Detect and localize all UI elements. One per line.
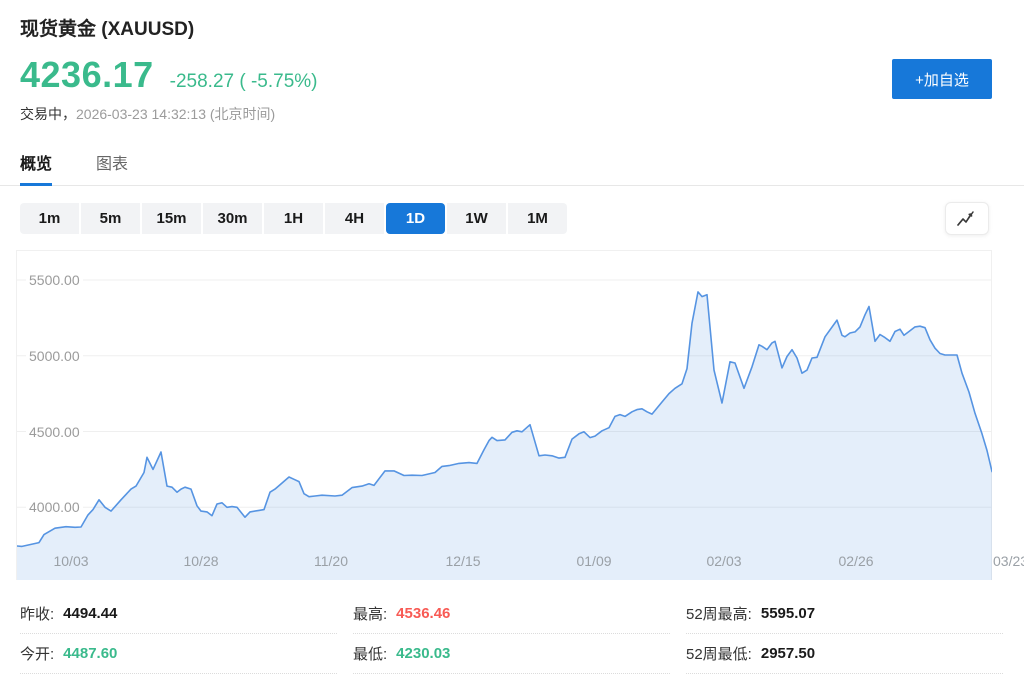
interval-1w[interactable]: 1W <box>447 203 506 234</box>
trading-status: 交易中，2026-03-23 14:32:13 (北京时间) <box>20 104 1024 124</box>
x-axis-tick-label: 03/23 <box>993 553 1024 569</box>
y-axis-tick-label: 4500.00 <box>26 423 83 441</box>
interval-4h[interactable]: 4H <box>325 203 384 234</box>
interval-1m[interactable]: 1m <box>20 203 79 234</box>
interval-5m[interactable]: 5m <box>81 203 140 234</box>
x-axis-tick-label: 10/28 <box>183 553 218 569</box>
price-row: 4236.17 -258.27 ( -5.75%) <box>20 54 1024 96</box>
trading-status-label: 交易中， <box>20 106 76 122</box>
stat-52w-low: 52周最低: 2957.50 <box>686 634 1003 674</box>
chart-type-button[interactable] <box>945 202 989 235</box>
x-axis-tick-label: 12/15 <box>445 553 480 569</box>
y-axis-tick-label: 5500.00 <box>26 271 83 289</box>
page-title: 现货黄金 (XAUUSD) <box>20 14 1024 41</box>
interval-1h[interactable]: 1H <box>264 203 323 234</box>
x-axis-tick-label: 02/26 <box>838 553 873 569</box>
x-axis-tick-label: 10/03 <box>53 553 88 569</box>
interval-15m[interactable]: 15m <box>142 203 201 234</box>
stat-open: 今开: 4487.60 <box>20 634 337 674</box>
y-axis-tick-label: 4000.00 <box>26 498 83 516</box>
interval-30m[interactable]: 30m <box>203 203 262 234</box>
interval-row: 1m 5m 15m 30m 1H 4H 1D 1W 1M <box>20 202 989 235</box>
tab-bar: 概览 图表 <box>0 150 1024 186</box>
stat-52w-high: 52周最高: 5595.07 <box>686 594 1003 634</box>
price-change: -258.27 ( -5.75%) <box>170 71 318 93</box>
stat-prev-close: 昨收: 4494.44 <box>20 594 337 634</box>
price-chart-svg <box>17 251 992 581</box>
price-chart[interactable]: 5500.00 5000.00 4500.00 4000.00 10/03 10/28 11… <box>16 250 992 580</box>
stat-day-high: 最高: 4536.46 <box>353 594 670 634</box>
interval-segmented-control: 1m 5m 15m 30m 1H 4H 1D 1W 1M <box>20 203 567 234</box>
current-price: 4236.17 <box>20 54 154 96</box>
tab-chart[interactable]: 图表 <box>96 150 128 185</box>
add-watchlist-button[interactable]: +加自选 <box>892 59 992 99</box>
x-axis-tick-label: 02/03 <box>706 553 741 569</box>
line-chart-icon <box>956 210 978 228</box>
y-axis-tick-label: 5000.00 <box>26 347 83 365</box>
stat-day-low: 最低: 4230.03 <box>353 634 670 674</box>
interval-1d[interactable]: 1D <box>386 203 445 234</box>
tab-overview[interactable]: 概览 <box>20 150 52 185</box>
x-axis-tick-label: 11/20 <box>314 553 348 569</box>
x-axis-tick-label: 01/09 <box>576 553 611 569</box>
trading-status-time: 2026-03-23 14:32:13 (北京时间) <box>76 106 275 122</box>
interval-1m-month[interactable]: 1M <box>508 203 567 234</box>
stats-grid: 昨收: 4494.44 最高: 4536.46 52周最高: 5595.07 今… <box>20 594 1003 674</box>
